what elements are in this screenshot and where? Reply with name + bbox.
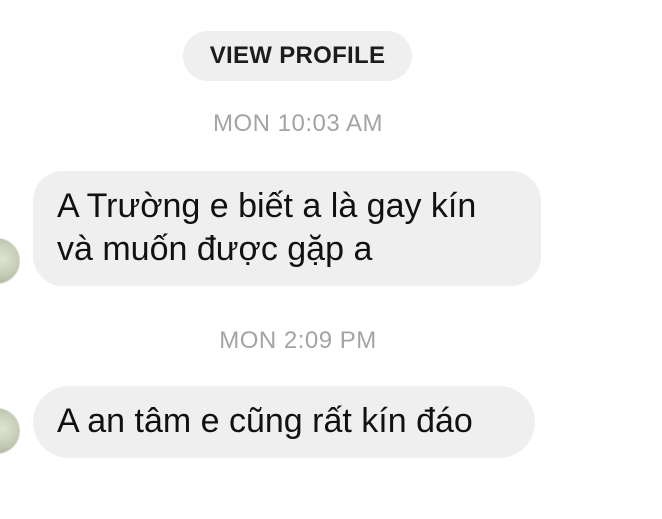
view-profile-button[interactable]: VIEW PROFILE xyxy=(183,31,412,81)
message-timestamp: MON 2:09 PM xyxy=(219,327,377,354)
message-text: A Trường e biết a là gay kín và muốn đượ… xyxy=(57,187,477,268)
sender-avatar[interactable] xyxy=(0,408,20,454)
sender-avatar[interactable] xyxy=(0,238,20,284)
chat-thread: VIEW PROFILE MON 10:03 AM A Trường e biế… xyxy=(0,0,662,519)
message-bubble[interactable]: A an tâm e cũng rất kín đáo xyxy=(33,386,535,458)
message-text: A an tâm e cũng rất kín đáo xyxy=(57,402,473,440)
message-timestamp: MON 10:03 AM xyxy=(212,110,384,137)
message-bubble[interactable]: A Trường e biết a là gay kín và muốn đượ… xyxy=(33,171,541,286)
